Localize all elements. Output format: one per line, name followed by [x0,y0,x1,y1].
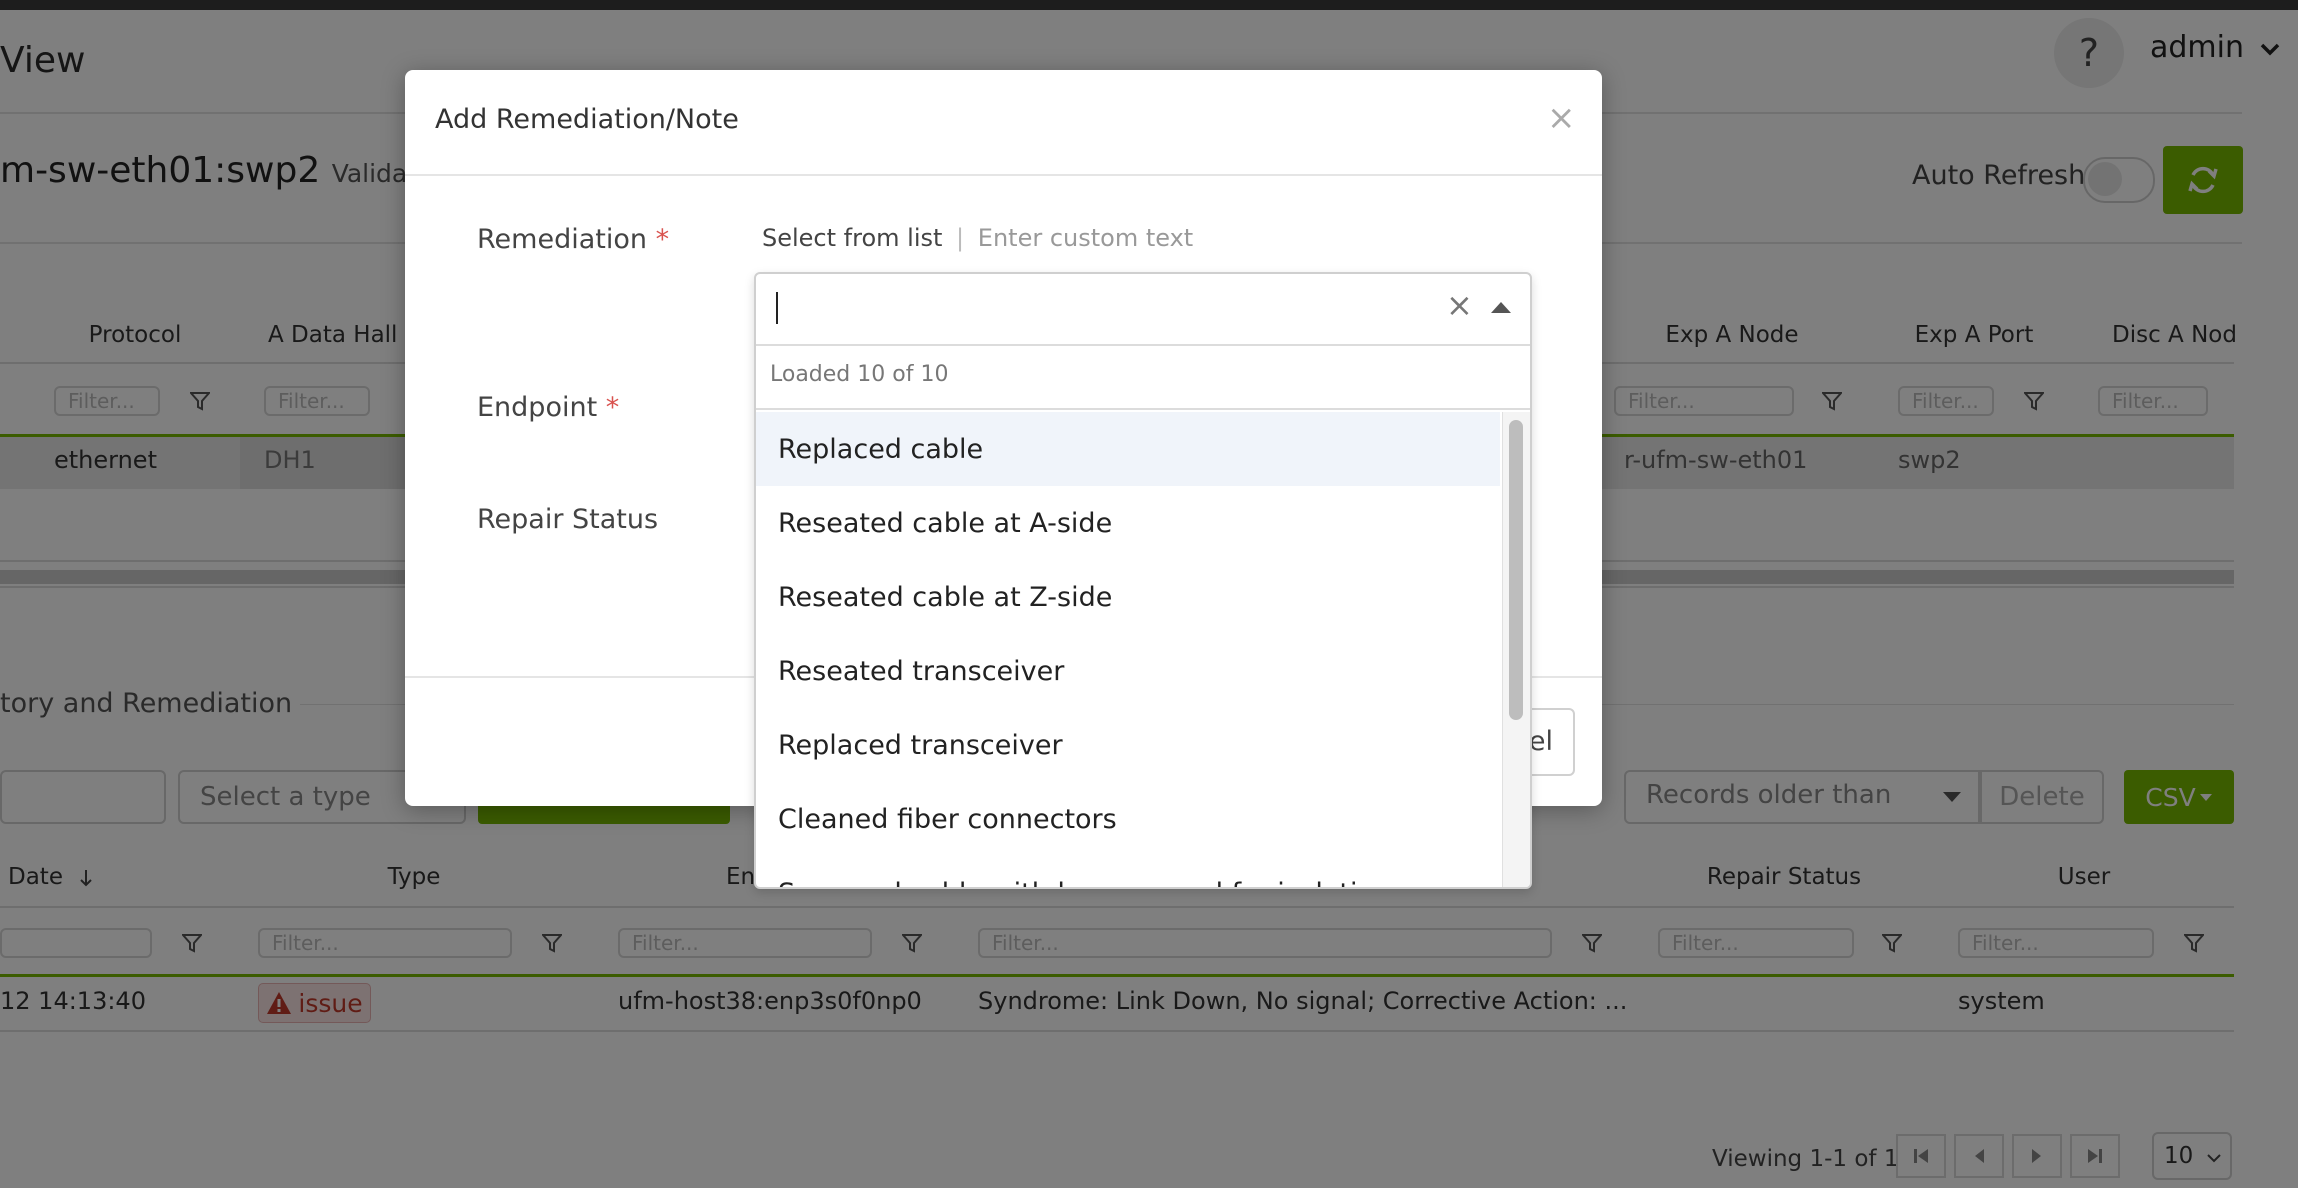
option-replaced-transceiver[interactable]: Replaced transceiver [756,708,1500,782]
mode-separator: | [956,224,965,252]
clear-icon[interactable]: × [1446,286,1473,324]
option-reseated-cable-z-side[interactable]: Reseated cable at Z-side [756,560,1500,634]
loaded-count: Loaded 10 of 10 [770,362,949,387]
remediation-dropdown: × Loaded 10 of 10 Replaced cable Reseate… [754,272,1532,889]
required-marker: * [605,392,620,423]
option-cleaned-fiber-connectors[interactable]: Cleaned fiber connectors [756,782,1500,856]
option-reseated-cable-a-side[interactable]: Reseated cable at A-side [756,486,1500,560]
option-reseated-transceiver[interactable]: Reseated transceiver [756,634,1500,708]
mode-enter-custom-text[interactable]: Enter custom text [978,224,1193,252]
required-marker: * [655,224,670,255]
remediation-mode-switch: Select from list | Enter custom text [762,224,1193,252]
option-swapped-cable[interactable]: Swapped cable with known-good for isolat… [756,856,1500,888]
repair-status-label: Repair Status [477,504,659,535]
dropdown-scrollbar[interactable] [1502,412,1530,887]
text-cursor [776,292,778,324]
endpoint-label: Endpoint * [477,392,619,423]
close-icon[interactable]: × [1547,98,1576,138]
option-replaced-cable[interactable]: Replaced cable [756,412,1500,486]
modal-title: Add Remediation/Note [435,104,739,135]
loaded-count-row: Loaded 10 of 10 [756,344,1530,410]
mode-select-from-list[interactable]: Select from list [762,224,942,252]
remediation-label: Remediation * [477,224,669,255]
remediation-search-input[interactable]: × [756,274,1530,346]
remediation-label-text: Remediation [477,224,647,255]
modal-header-divider [405,174,1602,176]
caret-up-icon[interactable] [1490,300,1512,314]
dropdown-scroll-thumb[interactable] [1509,420,1523,720]
endpoint-label-text: Endpoint [477,392,598,423]
